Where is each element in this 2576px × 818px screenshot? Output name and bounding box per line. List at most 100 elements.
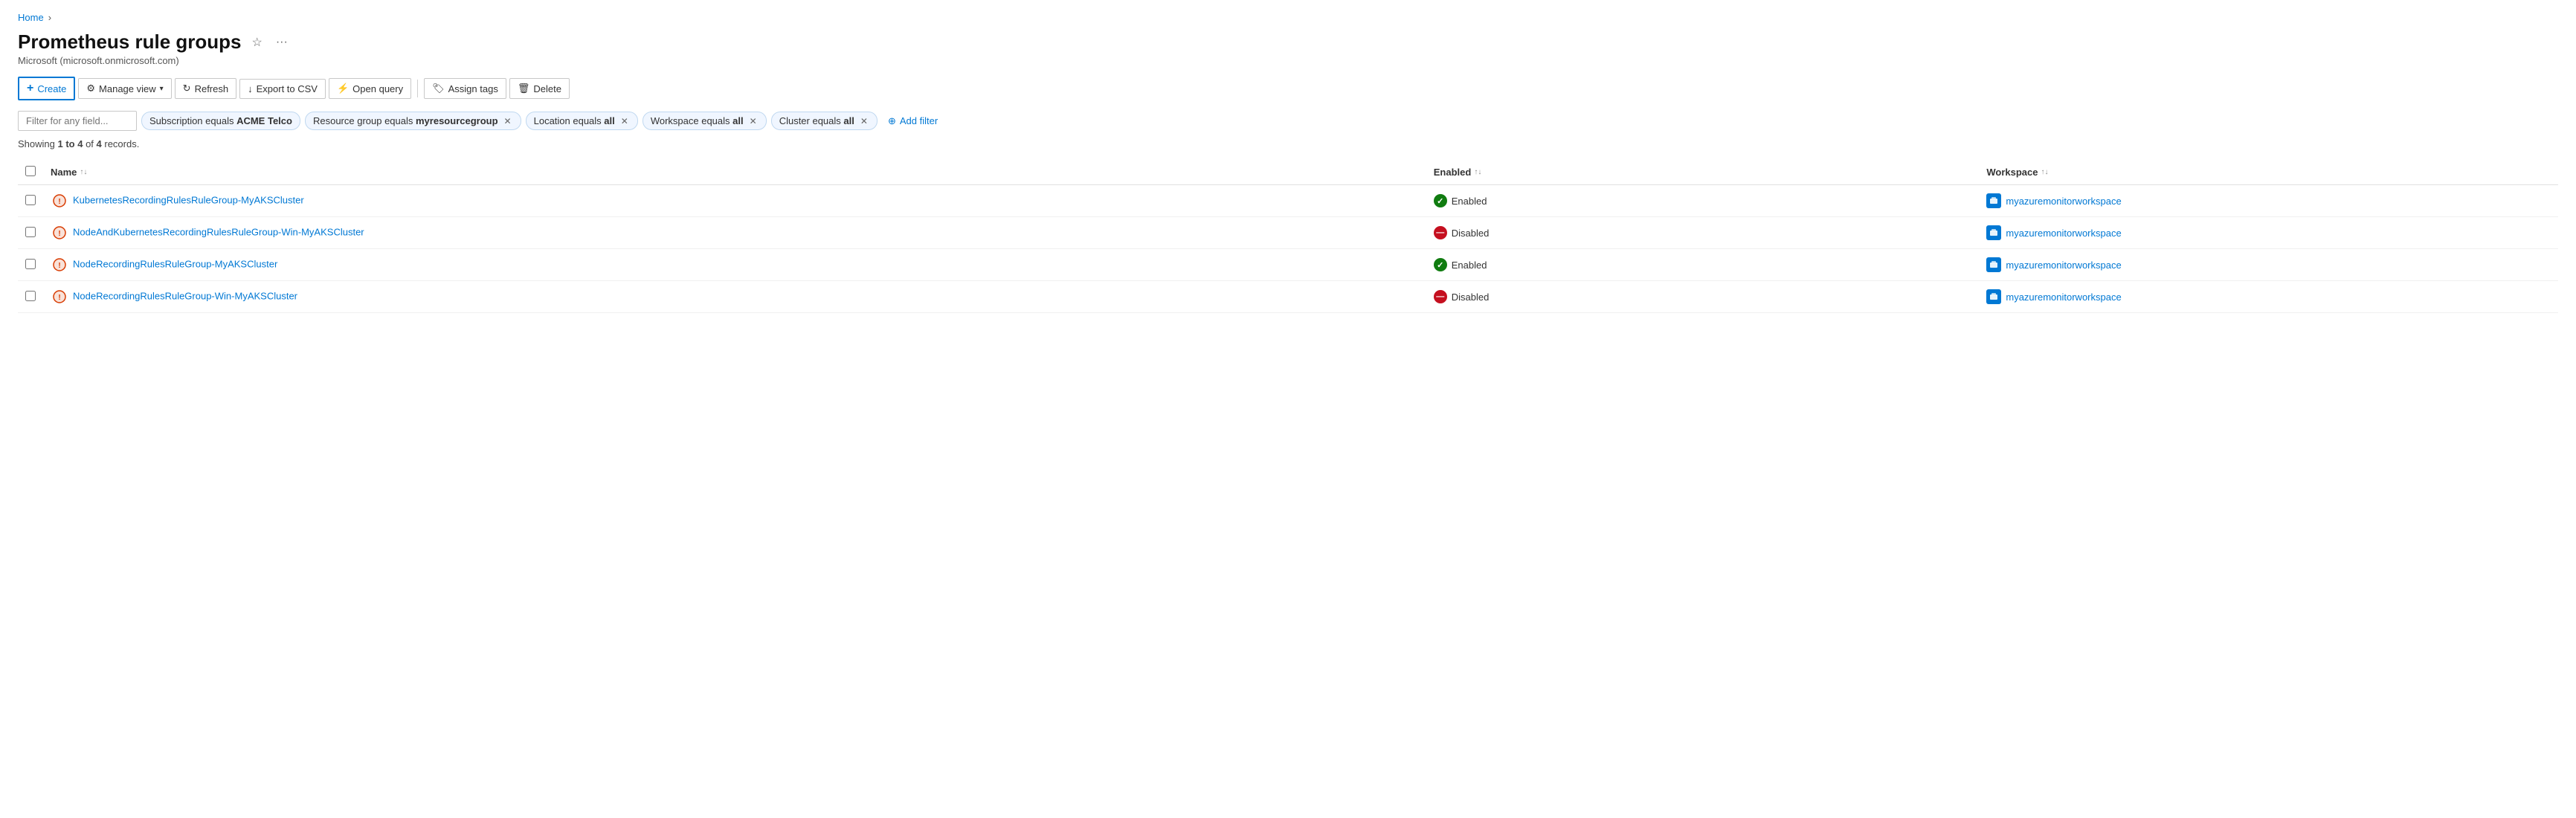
row-1-status-text: Enabled [1452, 196, 1487, 207]
row-1-status-icon: ✓ [1434, 194, 1447, 207]
open-query-label: Open query [352, 83, 403, 94]
col-header-workspace[interactable]: Workspace ↑↓ [1979, 160, 2558, 185]
filter-tag-workspace: Workspace equals all ✕ [643, 112, 767, 130]
assign-tags-button[interactable]: 🏷 Assign tags [424, 78, 506, 99]
row-1-checkbox[interactable] [25, 195, 36, 205]
svg-text:!: ! [58, 294, 60, 302]
row-3-checkbox[interactable] [25, 259, 36, 269]
col-enabled-sort-icon: ↑↓ [1474, 168, 1481, 176]
row-1-workspace-cell: myazuremonitorworkspace [1979, 185, 2558, 217]
row-2-status-text: Disabled [1452, 228, 1490, 239]
svg-text:!: ! [58, 262, 60, 270]
breadcrumb-chevron: › [48, 12, 51, 23]
tag-icon: 🏷 [432, 83, 445, 94]
row-3-rule-icon: ! [51, 256, 68, 274]
col-name-label: Name [51, 167, 77, 178]
row-2-checkbox[interactable] [25, 227, 36, 237]
row-4-workspace-cell: myazuremonitorworkspace [1979, 281, 2558, 313]
page-header: Prometheus rule groups ☆ ··· [18, 30, 2558, 54]
row-1-name-cell: ! KubernetesRecordingRulesRuleGroup-MyAK… [43, 185, 1426, 217]
row-4-status-cell: — Disabled [1426, 281, 1980, 313]
row-1-workspace-icon [1986, 193, 2001, 208]
row-4-checkbox[interactable] [25, 291, 36, 301]
query-icon: ⚡ [337, 83, 349, 94]
filter-input[interactable] [18, 111, 137, 131]
row-2-checkbox-cell [18, 217, 43, 249]
row-2-workspace-cell: myazuremonitorworkspace [1979, 217, 2558, 249]
rule-groups-table: Name ↑↓ Enabled ↑↓ Workspace ↑↓ ! Kubern [18, 160, 2558, 313]
manage-view-button[interactable]: ⚙ Manage view ▾ [78, 78, 171, 99]
col-header-enabled[interactable]: Enabled ↑↓ [1426, 160, 1980, 185]
refresh-label: Refresh [195, 83, 229, 94]
row-2-name-link[interactable]: NodeAndKubernetesRecordingRulesRuleGroup… [73, 226, 364, 237]
trash-icon: 🗑 [518, 83, 530, 94]
export-label: Export to CSV [257, 83, 318, 94]
export-csv-button[interactable]: ↓ Export to CSV [239, 79, 326, 99]
filter-remove-cluster-button[interactable]: ✕ [859, 116, 869, 126]
row-1-workspace-link[interactable]: myazuremonitorworkspace [2006, 196, 2121, 207]
row-3-workspace-cell: myazuremonitorworkspace [1979, 249, 2558, 281]
delete-button[interactable]: 🗑 Delete [509, 78, 570, 99]
row-3-checkbox-cell [18, 249, 43, 281]
filter-remove-resourcegroup-button[interactable]: ✕ [503, 116, 513, 126]
row-1-checkbox-cell [18, 185, 43, 217]
row-2-status-cell: —Disabled [1426, 217, 1980, 249]
row-3-status-cell: ✓ Enabled [1426, 249, 1980, 281]
table-row: ! NodeRecordingRulesRuleGroup-MyAKSClust… [18, 249, 2558, 281]
create-label: Create [37, 83, 66, 94]
row-4-name-cell: ! NodeRecordingRulesRuleGroup-Win-MyAKSC… [43, 281, 1426, 313]
row-2-name-cell: ! NodeAndKubernetesRecordingRulesRuleGro… [43, 217, 1426, 249]
filter-remove-location-button[interactable]: ✕ [619, 116, 630, 126]
table-row: ! NodeRecordingRulesRuleGroup-Win-MyAKSC… [18, 281, 2558, 313]
more-options-button[interactable]: ··· [273, 34, 291, 51]
row-2-rule-icon: ! [51, 224, 68, 242]
row-3-status-text: Enabled [1452, 260, 1487, 271]
records-count: Showing 1 to 4 of 4 records. [18, 138, 2558, 149]
svg-text:!: ! [58, 198, 60, 206]
row-4-status-icon: — [1434, 290, 1447, 303]
table-row: ! KubernetesRecordingRulesRuleGroup-MyAK… [18, 185, 2558, 217]
row-3-status-icon: ✓ [1434, 258, 1447, 271]
records-range: 1 to 4 [57, 138, 83, 149]
toolbar: + Create ⚙ Manage view ▾ ↻ Refresh ↓ Exp… [18, 77, 2558, 100]
filter-tag-cluster: Cluster equals all ✕ [771, 112, 878, 130]
filter-remove-workspace-button[interactable]: ✕ [748, 116, 759, 126]
breadcrumb-home[interactable]: Home [18, 12, 44, 23]
col-header-name[interactable]: Name ↑↓ [43, 160, 1426, 185]
row-2-workspace-link[interactable]: myazuremonitorworkspace [2006, 228, 2121, 239]
refresh-button[interactable]: ↻ Refresh [175, 78, 236, 99]
row-4-rule-icon: ! [51, 288, 68, 306]
plus-icon: + [27, 82, 33, 95]
chevron-down-icon: ▾ [160, 85, 164, 93]
toolbar-divider [417, 80, 418, 97]
row-3-name-link[interactable]: NodeRecordingRulesRuleGroup-MyAKSCluster [73, 258, 277, 269]
refresh-icon: ↻ [183, 83, 191, 94]
row-1-name-link[interactable]: KubernetesRecordingRulesRuleGroup-MyAKSC… [73, 194, 304, 205]
row-4-name-link[interactable]: NodeRecordingRulesRuleGroup-Win-MyAKSClu… [73, 290, 297, 301]
records-total: 4 [97, 138, 102, 149]
row-2-workspace-icon [1986, 225, 2001, 240]
filter-bar: Subscription equals ACME Telco Resource … [18, 111, 2558, 131]
row-1-rule-icon: ! [51, 192, 68, 210]
page-subtitle: Microsoft (microsoft.onmicrosoft.com) [18, 55, 2558, 66]
open-query-button[interactable]: ⚡ Open query [329, 78, 411, 99]
row-3-name-cell: ! NodeRecordingRulesRuleGroup-MyAKSClust… [43, 249, 1426, 281]
select-all-checkbox[interactable] [25, 166, 36, 176]
page-title: Prometheus rule groups [18, 30, 242, 54]
add-filter-label: Add filter [900, 115, 938, 126]
row-3-workspace-icon [1986, 257, 2001, 272]
row-4-workspace-link[interactable]: myazuremonitorworkspace [2006, 292, 2121, 303]
create-button[interactable]: + Create [18, 77, 75, 100]
filter-tag-location-text: Location equals all [534, 115, 615, 126]
pin-button[interactable]: ☆ [249, 33, 265, 51]
row-4-status-text: Disabled [1452, 292, 1490, 303]
filter-icon: ⊕ [888, 115, 896, 127]
gear-icon: ⚙ [86, 83, 95, 94]
add-filter-button[interactable]: ⊕ Add filter [882, 112, 944, 130]
filter-tag-location: Location equals all ✕ [526, 112, 638, 130]
svg-text:!: ! [58, 230, 60, 238]
row-4-workspace-icon [1986, 289, 2001, 304]
row-3-workspace-link[interactable]: myazuremonitorworkspace [2006, 260, 2121, 271]
row-4-checkbox-cell [18, 281, 43, 313]
manage-view-label: Manage view [99, 83, 156, 94]
